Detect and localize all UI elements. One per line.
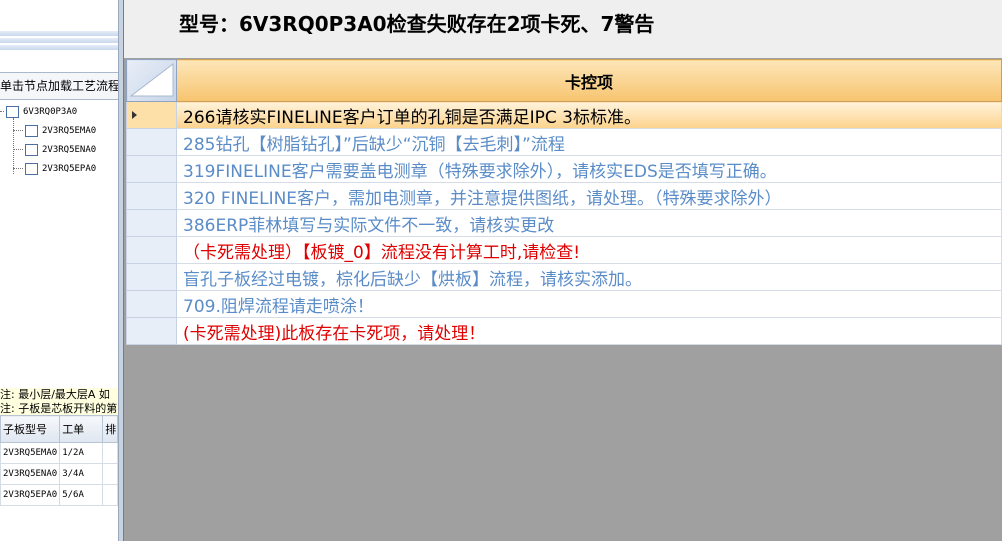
tree-node-label: 2V3RQ5EPA0 bbox=[42, 164, 97, 174]
grid-row[interactable]: 285钻孔【树脂钻孔】”后缺少“沉铜【去毛刺】”流程 bbox=[126, 128, 1002, 156]
title-area: 型号：6V3RQ0P3A0检查失败存在2项卡死、7警告 bbox=[124, 0, 1002, 58]
cell-work-order: 5/6A bbox=[59, 484, 104, 506]
row-header[interactable] bbox=[126, 317, 177, 345]
control-item-cell[interactable]: 266请核实FINELINE客户订单的孔铜是否满足IPC 3标标准。 bbox=[176, 101, 1002, 129]
cell-work-order: 1/2A bbox=[59, 442, 104, 464]
grid-row[interactable]: 320 FINELINE客户，需加电测章，并注意提供图纸，请处理。（特殊要求除外… bbox=[126, 182, 1002, 210]
cell-sub-model: 2V3RQ5EPA0 bbox=[0, 484, 61, 506]
cell-work-order: 3/4A bbox=[59, 463, 104, 485]
control-item-cell[interactable]: (卡死需处理)此板存在卡死项，请处理！ bbox=[176, 317, 1002, 345]
cell-extra bbox=[102, 442, 118, 464]
column-header-control-item[interactable]: 卡控项 bbox=[176, 59, 1002, 102]
node-icon bbox=[25, 143, 38, 156]
grid-row[interactable]: 盲孔子板经过电镀，棕化后缺少【烘板】流程，请核实添加。 bbox=[126, 263, 1002, 291]
tree-node-label: 2V3RQ5EMA0 bbox=[42, 126, 97, 136]
tree-node-child[interactable]: 2V3RQ5EPA0 bbox=[25, 161, 96, 177]
note-line-2: 注: 子板是芯板开料的第 bbox=[0, 402, 118, 416]
collapsed-panel-header[interactable] bbox=[0, 45, 118, 50]
column-header-extra[interactable]: 排 bbox=[102, 415, 118, 443]
row-header[interactable] bbox=[126, 101, 177, 129]
grid-row[interactable]: 319FINELINE客户需要盖电测章（特殊要求除外），请核实EDS是否填写正确… bbox=[126, 155, 1002, 183]
control-item-cell[interactable]: 285钻孔【树脂钻孔】”后缺少“沉铜【去毛刺】”流程 bbox=[176, 128, 1002, 156]
control-item-cell[interactable]: 319FINELINE客户需要盖电测章（特殊要求除外），请核实EDS是否填写正确… bbox=[176, 155, 1002, 183]
row-header[interactable] bbox=[126, 128, 177, 156]
tree-node-label: 6V3RQ0P3A0 bbox=[23, 107, 78, 117]
right-panel: 型号：6V3RQ0P3A0检查失败存在2项卡死、7警告 卡控项 266请核实FI… bbox=[124, 0, 1002, 541]
grid-row[interactable]: （卡死需处理）【板镀_0】流程没有计算工时,请检查! bbox=[126, 236, 1002, 264]
tree-node-child[interactable]: 2V3RQ5EMA0 bbox=[25, 123, 96, 139]
tree-node-label: 2V3RQ5ENA0 bbox=[42, 145, 97, 155]
row-pointer-icon bbox=[132, 111, 137, 119]
select-all-corner[interactable] bbox=[126, 59, 177, 102]
control-item-cell[interactable]: 320 FINELINE客户，需加电测章，并注意提供图纸，请处理。（特殊要求除外… bbox=[176, 182, 1002, 210]
collapsed-panel-header[interactable] bbox=[0, 31, 118, 36]
row-header[interactable] bbox=[126, 182, 177, 210]
node-icon bbox=[25, 162, 38, 175]
row-header[interactable] bbox=[126, 263, 177, 291]
tree-node-child[interactable]: 2V3RQ5ENA0 bbox=[25, 142, 96, 158]
cell-extra bbox=[102, 463, 118, 485]
cell-extra bbox=[102, 484, 118, 506]
control-item-cell[interactable]: 盲孔子板经过电镀，棕化后缺少【烘板】流程，请核实添加。 bbox=[176, 263, 1002, 291]
row-header[interactable] bbox=[126, 209, 177, 237]
row-header[interactable] bbox=[126, 236, 177, 264]
left-panel: 单击节点加载工艺流程 6V3RQ0P3A0 2V3RQ5EMA0 2V3RQ5E… bbox=[0, 0, 118, 541]
control-item-cell[interactable]: （卡死需处理）【板镀_0】流程没有计算工时,请检查! bbox=[176, 236, 1002, 264]
sub-board-table: 子板型号 工单 排 2V3RQ5EMA0 1/2A 2V3RQ5ENA0 3/4… bbox=[0, 415, 118, 506]
cell-sub-model: 2V3RQ5ENA0 bbox=[0, 463, 61, 485]
column-header-work-order[interactable]: 工单 bbox=[59, 415, 104, 443]
control-item-cell[interactable]: 709.阻焊流程请走喷涂！ bbox=[176, 290, 1002, 318]
cell-sub-model: 2V3RQ5EMA0 bbox=[0, 442, 61, 464]
grid-row[interactable]: (卡死需处理)此板存在卡死项，请处理！ bbox=[126, 317, 1002, 345]
collapsed-panel-header[interactable] bbox=[0, 38, 118, 43]
load-flow-hint: 单击节点加载工艺流程 bbox=[0, 72, 118, 100]
table-row[interactable]: 2V3RQ5EPA0 5/6A bbox=[0, 484, 118, 506]
row-header[interactable] bbox=[126, 290, 177, 318]
page-title: 型号：6V3RQ0P3A0检查失败存在2项卡死、7警告 bbox=[179, 12, 655, 36]
column-header-sub-model[interactable]: 子板型号 bbox=[0, 415, 61, 443]
grid-row[interactable]: 709.阻焊流程请走喷涂！ bbox=[126, 290, 1002, 318]
note-line-1: 注: 最小层/最大层A 如 bbox=[0, 388, 118, 402]
grid-row[interactable]: 386ERP菲林填写与实际文件不一致，请核实更改 bbox=[126, 209, 1002, 237]
node-icon bbox=[6, 105, 19, 118]
check-result-grid: 卡控项 266请核实FINELINE客户订单的孔铜是否满足IPC 3标标准。 28… bbox=[126, 59, 1002, 345]
left-top-area bbox=[0, 0, 118, 30]
table-row[interactable]: 2V3RQ5ENA0 3/4A bbox=[0, 463, 118, 485]
row-header[interactable] bbox=[126, 155, 177, 183]
control-item-cell[interactable]: 386ERP菲林填写与实际文件不一致，请核实更改 bbox=[176, 209, 1002, 237]
note-text: 注: 最小层/最大层A 如 注: 子板是芯板开料的第 bbox=[0, 388, 118, 416]
node-icon bbox=[25, 124, 38, 137]
table-row[interactable]: 2V3RQ5EMA0 1/2A bbox=[0, 442, 118, 464]
corner-triangle-icon bbox=[129, 62, 174, 97]
tree-node-root[interactable]: 6V3RQ0P3A0 bbox=[0, 104, 77, 120]
grid-row[interactable]: 266请核实FINELINE客户订单的孔铜是否满足IPC 3标标准。 bbox=[126, 101, 1002, 129]
